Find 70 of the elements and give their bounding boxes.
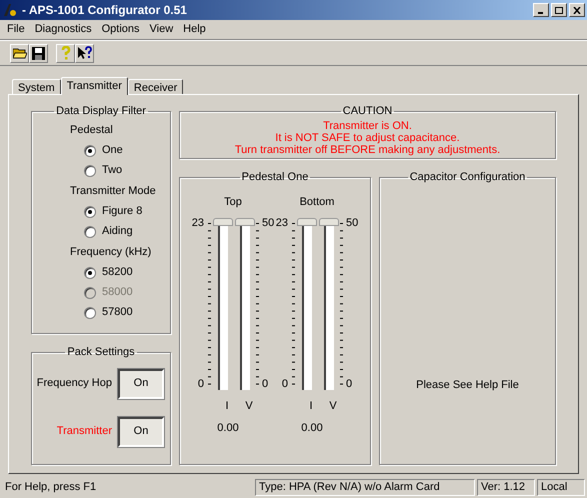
group-title: Data Display Filter — [55, 104, 147, 119]
radio-label: 57800 — [102, 305, 133, 320]
scale-min-label: 0 — [262, 378, 268, 390]
setting-label: Frequency Hop — [36, 376, 112, 392]
open-folder-icon[interactable] — [10, 44, 29, 62]
radio-label: Two — [102, 163, 122, 178]
caution-message: Transmitter is ON. It is NOT SAFE to adjust capacitance. Turn transmitter off BEFORE making any adjustments. — [234, 120, 500, 156]
scale-min-label: 0 — [346, 378, 352, 390]
scale-max-label: 50 — [346, 218, 358, 228]
radio-button[interactable] — [84, 306, 96, 318]
radio-label: 58000 — [102, 285, 133, 300]
menu-item[interactable]: Options — [96, 21, 145, 38]
option-group-label: Pedestal — [69, 122, 114, 138]
close-button[interactable] — [569, 3, 585, 17]
gauge-title: Bottom — [300, 194, 334, 210]
slider-thumb[interactable] — [297, 218, 317, 226]
gauge-reading: 0.00 — [301, 421, 323, 436]
minimize-button[interactable] — [533, 3, 549, 17]
radio-label: Figure 8 — [102, 204, 142, 220]
toggle-button[interactable]: On — [118, 416, 164, 446]
gauge-reading: 0.00 — [217, 421, 239, 436]
context-help-icon[interactable] — [75, 44, 94, 62]
close-icon — [573, 6, 581, 14]
app-icon — [2, 2, 18, 18]
status-pane: Type: HPA (Rev N/A) w/o Alarm Card — [255, 479, 475, 496]
group-title: CAUTION — [342, 104, 394, 119]
menu-item[interactable]: View — [144, 21, 178, 38]
axis-label: V — [329, 398, 337, 414]
scale-min-label: 0 — [198, 378, 204, 390]
radio-button[interactable] — [84, 266, 96, 278]
radio-button[interactable] — [84, 164, 96, 176]
radio-button[interactable] — [84, 144, 96, 156]
scale-max-label: 23 — [276, 218, 288, 228]
option-group-label: Frequency (kHz) — [69, 244, 152, 260]
scale-max-label: 50 — [262, 218, 274, 228]
scale-max-label: 23 — [192, 218, 204, 228]
maximize-button[interactable] — [551, 3, 567, 17]
menu-item[interactable]: Help — [178, 21, 211, 38]
axis-label: V — [245, 398, 253, 414]
tab[interactable]: Transmitter — [60, 77, 128, 95]
slider-thumb[interactable] — [319, 218, 339, 226]
capacitor-message: Please See Help File — [416, 378, 519, 392]
gauge-title: Top — [224, 194, 242, 210]
status-pane: For Help, press F1 — [4, 480, 98, 496]
axis-label: I — [308, 398, 314, 414]
menu-item[interactable]: Diagnostics — [30, 21, 97, 38]
status-pane: Local — [537, 479, 585, 496]
option-group-label: Transmitter Mode — [69, 184, 157, 199]
status-pane: Ver: 1.12 — [477, 479, 535, 496]
slider-thumb[interactable] — [213, 218, 233, 226]
save-icon[interactable] — [29, 44, 48, 62]
tab[interactable]: System — [12, 79, 61, 94]
radio-button[interactable] — [84, 226, 96, 238]
axis-label: I — [224, 398, 230, 414]
group-title: Pedestal One — [240, 170, 310, 185]
radio-label: 58200 — [102, 265, 133, 280]
setting-label: Transmitter — [56, 424, 112, 440]
slider-thumb[interactable] — [235, 218, 255, 226]
tab[interactable]: Receiver — [128, 79, 184, 94]
scale-min-label: 0 — [282, 378, 288, 390]
help-icon[interactable] — [56, 44, 75, 62]
toggle-button[interactable]: On — [118, 368, 164, 398]
radio-label: Aiding — [102, 224, 133, 240]
radio-label: One — [102, 143, 123, 158]
radio-button[interactable] — [84, 206, 96, 218]
window-title: - APS-1001 Configurator 0.51 — [22, 2, 187, 19]
group-title: Pack Settings — [66, 345, 136, 360]
group-title: Capacitor Configuration — [408, 170, 526, 185]
menu-item[interactable]: File — [2, 21, 30, 38]
maximize-icon — [555, 6, 563, 14]
